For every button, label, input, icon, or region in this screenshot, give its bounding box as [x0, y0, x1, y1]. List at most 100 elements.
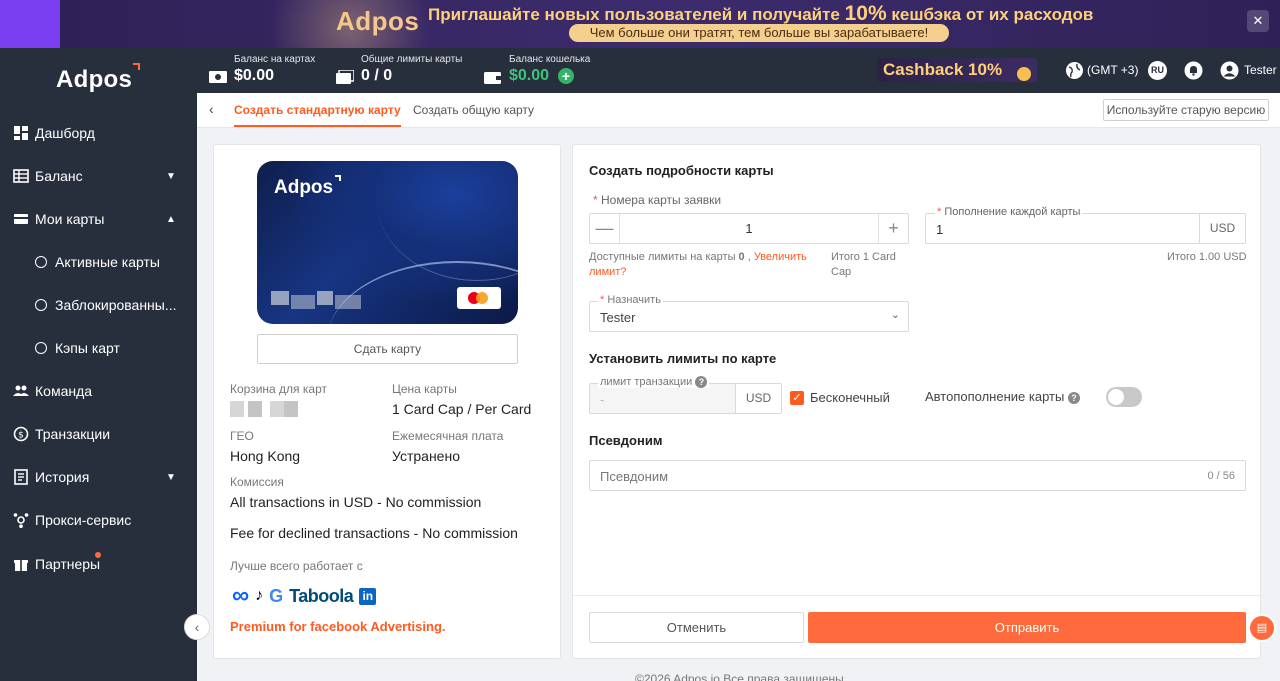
quantity-label-text: Номера карты заявки: [601, 193, 722, 207]
sidebar-item-active-cards[interactable]: Активные карты: [0, 244, 197, 280]
chevron-down-icon: ▼: [166, 471, 176, 483]
sidebar-item-my-cards[interactable]: Мои карты ▲: [0, 201, 197, 237]
meta-icon: ∞: [232, 582, 250, 609]
best-works-label: Лучше всего работает с: [230, 559, 363, 573]
assign-value: Tester: [600, 310, 636, 325]
sidebar-item-partners[interactable]: Партнеры: [0, 546, 197, 582]
banner-title-post: кешбэка от их расходов: [886, 5, 1094, 24]
dashboard-icon: [14, 126, 28, 140]
notification-dot: [95, 552, 101, 558]
available-limits-note: Доступные лимиты на карты 0 , Увеличить …: [589, 250, 824, 280]
card-brand-accent-icon: [335, 175, 342, 181]
chat-icon[interactable]: ▤: [1248, 614, 1276, 642]
autotopup-toggle[interactable]: [1106, 387, 1142, 407]
assign-label-text: Назначить: [607, 294, 661, 306]
topup-label-text: Пополнение каждой карты: [944, 206, 1081, 218]
limits-label: Общие лимиты карты: [361, 54, 463, 65]
card-brand-name: Adpos: [274, 177, 334, 198]
transaction-limit-currency: USD: [735, 384, 781, 413]
sidebar-item-transactions[interactable]: $ Транзакции: [0, 416, 197, 452]
history-icon: [14, 469, 28, 485]
help-icon[interactable]: ?: [695, 376, 708, 388]
user-avatar-icon[interactable]: [1220, 61, 1239, 80]
alias-placeholder: Псевдоним: [600, 469, 669, 484]
transactions-icon: $: [13, 426, 29, 442]
mastercard-yellow: [476, 292, 488, 304]
cashback-promo[interactable]: Cashback 10%: [877, 58, 1037, 82]
partners-icon: [14, 560, 28, 571]
topup-field[interactable]: * Пополнение каждой карты 1 USD: [925, 206, 1246, 244]
banner-close-button[interactable]: ✕: [1247, 10, 1269, 32]
tab-shared-card[interactable]: Создать общую карту: [413, 103, 534, 117]
sidebar-item-blocked-cards[interactable]: Заблокированны...: [0, 287, 197, 323]
return-card-button[interactable]: Сдать карту: [257, 334, 518, 364]
proxy-icon: [13, 513, 29, 528]
alias-counter: 0 / 56: [1207, 470, 1235, 482]
masked-number: [291, 295, 315, 309]
sidebar-collapse-button[interactable]: ‹: [184, 614, 210, 640]
price-value: 1 Card Cap / Per Card: [392, 401, 532, 417]
total-cap-note: Итого 1 Card Cap: [831, 251, 896, 278]
alias-input[interactable]: Псевдоним 0 / 56: [589, 460, 1246, 491]
globe-icon[interactable]: [1065, 61, 1084, 80]
sidebar-item-card-caps[interactable]: Кэпы карт: [0, 330, 197, 366]
increment-button[interactable]: +: [878, 214, 908, 243]
transaction-limit-label: лимит транзакции ?: [598, 376, 710, 388]
decrement-button[interactable]: —: [590, 214, 620, 243]
sidebar-item-label: Прокси-сервис: [35, 512, 132, 528]
user-name[interactable]: Tester: [1244, 63, 1277, 77]
brand-logo[interactable]: Adpos: [56, 63, 141, 94]
monthly-fee-value: Устранено: [392, 448, 460, 464]
available-limits-text: Доступные лимиты на карты: [589, 251, 739, 263]
help-icon[interactable]: ?: [1067, 392, 1080, 404]
back-icon[interactable]: ‹: [209, 101, 214, 117]
sidebar-item-label: Партнеры: [35, 556, 101, 572]
sidebar-item-dashboard[interactable]: Дашборд: [0, 115, 197, 151]
masked-bin: [284, 401, 298, 417]
submit-button[interactable]: Отправить: [808, 612, 1246, 643]
geo-value: Hong Kong: [230, 448, 301, 464]
alias-title: Псевдоним: [589, 433, 663, 448]
chevron-down-icon: ⌄: [890, 309, 900, 321]
transaction-limit-input[interactable]: -: [600, 392, 604, 407]
commission-label: Комиссия: [230, 475, 284, 489]
sidebar-item-label: Команда: [35, 383, 93, 399]
platform-logos: ∞ ♪ G Taboola in: [232, 582, 377, 609]
sidebar-item-balance[interactable]: Баланс ▼: [0, 158, 197, 194]
coin-icon: [1017, 67, 1031, 81]
language-switch[interactable]: RU: [1148, 61, 1167, 80]
balance-icon: [13, 169, 29, 183]
sidebar-item-history[interactable]: История ▼: [0, 459, 197, 495]
bell-icon[interactable]: [1184, 61, 1203, 80]
old-version-button[interactable]: Используйте старую версию: [1103, 99, 1269, 121]
card-brand-logo: Adpos: [274, 175, 342, 199]
svg-text:$: $: [18, 431, 24, 441]
banner-title-percent: 10%: [844, 2, 887, 25]
add-funds-button[interactable]: +: [558, 68, 574, 84]
quantity-value[interactable]: 1: [620, 214, 878, 243]
banner-logo: Adpos: [336, 6, 420, 36]
assign-select[interactable]: * Назначить Tester ⌄: [589, 294, 909, 332]
topup-value[interactable]: 1: [936, 222, 943, 237]
timezone[interactable]: (GMT +3): [1087, 63, 1138, 77]
assign-label: * Назначить: [598, 294, 663, 306]
limits-value: 0 / 0: [361, 67, 393, 84]
sidebar-item-proxy[interactable]: Прокси-сервис: [0, 502, 197, 538]
required-mark: *: [593, 193, 602, 207]
google-icon: G: [269, 585, 284, 606]
sidebar-item-team[interactable]: Команда: [0, 373, 197, 409]
circle-icon: [35, 342, 47, 354]
quantity-stepper[interactable]: — 1 +: [589, 213, 909, 244]
tab-standard-card[interactable]: Создать стандартную карту: [234, 103, 401, 127]
topup-currency: USD: [1199, 214, 1245, 243]
masked-number: [317, 291, 333, 305]
transaction-limit-field[interactable]: лимит транзакции ? - USD: [589, 376, 782, 414]
banner-subtitle: Чем больше они тратят, тем больше вы зар…: [569, 24, 949, 42]
promo-banner[interactable]: Adpos Приглашайте новых пользователей и …: [0, 0, 1280, 48]
card-balance-label: Баланс на картах: [234, 54, 316, 65]
unlimited-label[interactable]: Бесконечный: [810, 390, 890, 405]
toggle-knob: [1108, 389, 1124, 405]
autotopup-label-text: Автопополнение карты: [925, 389, 1065, 404]
cancel-button[interactable]: Отменить: [589, 612, 804, 643]
unlimited-checkbox[interactable]: ✓: [790, 391, 804, 405]
